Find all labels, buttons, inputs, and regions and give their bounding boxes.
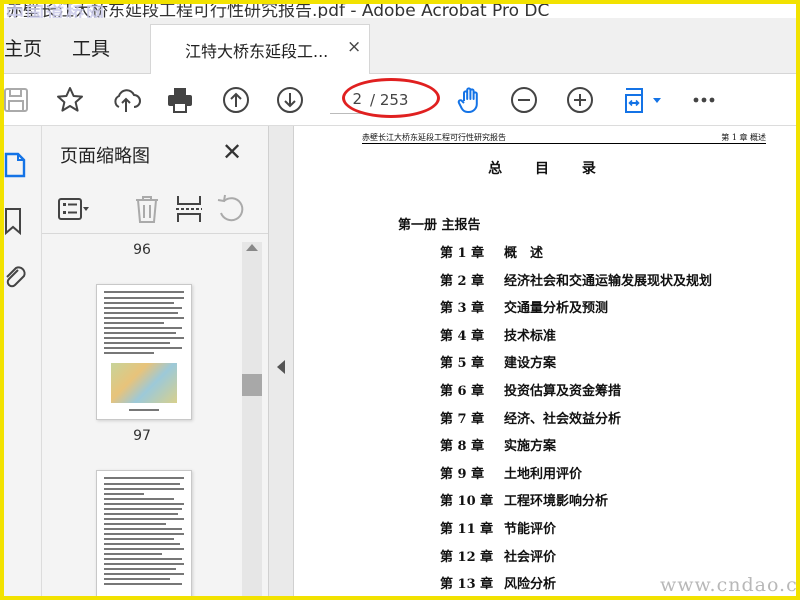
chapter-number: 第 5 章 [440,356,485,371]
toc-row: 第 6 章 投资估算及资金筹措 [294,380,796,400]
chapter-title: 实施方案 [504,439,557,454]
page-thumbnail[interactable] [96,284,192,420]
chapter-title: 经济、社会效益分析 [504,412,622,427]
toc-row: 第 8 章 实施方案 [294,435,796,455]
chapter-number: 第 6 章 [440,384,485,399]
left-rail [4,126,42,596]
star-icon[interactable] [54,84,86,116]
toc-row: 第 2 章 经济社会和交通运输发展现状及规划 [294,270,796,290]
prev-page-icon[interactable] [220,84,252,116]
chapter-number: 第 9 章 [440,467,485,482]
toc-row: 第 9 章 土地利用评价 [294,463,796,483]
menu-home[interactable]: 主页 [4,34,42,61]
more-icon[interactable] [688,84,720,116]
chapter-number: 第 1 章 [440,246,485,261]
bookmark-icon[interactable] [4,206,30,236]
chapter-title: 土地利用评价 [504,467,583,482]
header-left: 赤壁长江大桥东延段工程可行性研究报告 [362,133,506,142]
tab-document[interactable]: 江特大桥东延段工... × [150,24,370,74]
panel-title: 页面缩略图 [60,146,150,167]
panel-collapse-strip[interactable] [268,126,294,596]
fit-page-icon[interactable] [620,84,652,116]
chapter-number: 第 7 章 [440,412,485,427]
toc-row: 第 1 章 概 述 [294,242,796,262]
toc-row: 第 7 章 经济、社会效益分析 [294,408,796,428]
scroll-thumb[interactable] [242,374,262,396]
toc-row: 第 4 章 技术标准 [294,325,796,345]
chapter-number: 第 4 章 [440,329,485,344]
panel-close-icon[interactable]: ✕ [222,138,242,166]
chapter-title: 投资估算及资金筹措 [504,384,622,399]
app-window: 赤壁长江大桥东延段工程可行性研究报告.pdf - Adobe Acrobat P… [0,0,800,600]
cloud-upload-icon[interactable] [110,84,142,116]
chapter-title: 交通量分析及预测 [504,301,609,316]
chapter-title: 风险分析 [504,577,557,592]
chapter-number: 第 13 章 [440,577,494,592]
toc-row: 第 3 章 交通量分析及预测 [294,297,796,317]
thumbnail-map-image [111,363,177,403]
zoom-in-icon[interactable] [564,84,596,116]
rotate-page-icon[interactable] [214,192,248,226]
tab-close-icon[interactable]: × [347,37,361,57]
header-right: 第 1 章 概述 [721,133,766,142]
page-header: 赤壁长江大桥东延段工程可行性研究报告 第 1 章 概述 [362,130,766,144]
chapter-number: 第 8 章 [440,439,485,454]
chapter-number: 第 3 章 [440,301,485,316]
print-icon[interactable] [164,84,196,116]
thumbnail-scrollbar[interactable] [242,242,262,596]
toc-row: 第 11 章节能评价 [294,518,796,538]
tab-row: 主页 工具 江特大桥东延段工... × [4,18,796,74]
thumbnail-list: 96 97 [42,236,242,596]
collapse-arrow-icon[interactable] [277,360,285,374]
chapter-number: 第 11 章 [440,522,494,537]
title-bar: 赤壁长江大桥东延段工程可行性研究报告.pdf - Adobe Acrobat P… [4,4,796,18]
toc-row: 第 10 章工程环境影响分析 [294,490,796,510]
chapter-title: 经济社会和交通运输发展现状及规划 [504,274,713,289]
chapter-title: 概 述 [504,246,544,261]
thumbnail-options-icon[interactable] [56,192,90,226]
document-view[interactable]: 赤壁长江大桥东延段工程可行性研究报告 第 1 章 概述 总 目 录 第一册 主报… [294,126,796,596]
hand-tool-icon[interactable] [454,84,486,116]
chapter-number: 第 12 章 [440,550,494,565]
volume-heading: 第一册 主报告 [398,218,481,233]
scroll-up-icon[interactable] [246,244,258,251]
delete-page-icon[interactable] [130,192,164,226]
panel-toolbar [42,184,268,234]
watermark-logo: 中国道桥网 [6,4,106,18]
toc-row: 第 12 章社会评价 [294,546,796,566]
chapter-title: 建设方案 [504,356,557,371]
chapter-title: 工程环境影响分析 [504,494,609,509]
thumbnail-label: 97 [133,428,151,444]
chapter-title: 社会评价 [504,550,557,565]
toc-row: 第 5 章 建设方案 [294,352,796,372]
page-thumbnails-icon[interactable] [4,150,30,180]
watermark-url: www.cndao.com [660,574,798,596]
chapter-title: 节能评价 [504,522,557,537]
tab-document-label: 江特大桥东延段工... [185,42,329,61]
toc-title: 总 目 录 [488,161,610,177]
chapter-title: 技术标准 [504,329,557,344]
toolbar: 2 / 253 [4,74,796,126]
insert-page-icon[interactable] [172,192,206,226]
attachment-icon[interactable] [4,262,30,292]
fit-page-dropdown-icon[interactable] [650,84,664,116]
next-page-icon[interactable] [274,84,306,116]
save-icon[interactable] [4,84,32,116]
chapter-number: 第 2 章 [440,274,485,289]
menu-tools[interactable]: 工具 [72,34,110,61]
thumbnails-panel: 页面缩略图 ✕ 96 97 [42,126,268,596]
chapter-number: 第 10 章 [440,494,494,509]
page-thumbnail[interactable] [96,470,192,596]
annotation-ellipse [342,78,440,118]
thumbnail-label: 96 [133,242,151,258]
zoom-out-icon[interactable] [508,84,540,116]
